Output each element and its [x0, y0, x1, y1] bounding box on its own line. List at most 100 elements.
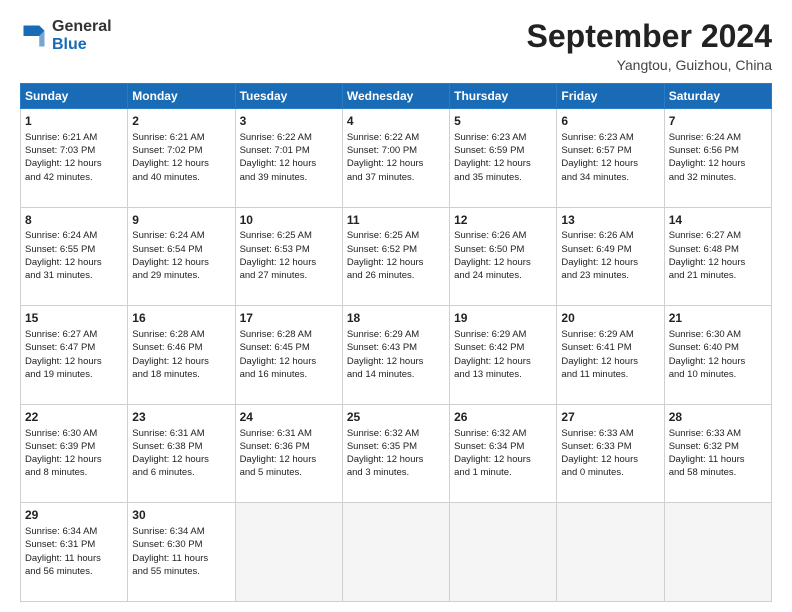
day-info: Daylight: 12 hours	[132, 355, 230, 368]
calendar-cell: 3Sunrise: 6:22 AMSunset: 7:01 PMDaylight…	[235, 109, 342, 208]
day-info: Daylight: 12 hours	[240, 453, 338, 466]
day-info: Daylight: 12 hours	[669, 256, 767, 269]
day-info: Sunset: 6:48 PM	[669, 243, 767, 256]
day-info: Sunset: 6:42 PM	[454, 341, 552, 354]
calendar-cell: 9Sunrise: 6:24 AMSunset: 6:54 PMDaylight…	[128, 207, 235, 306]
day-info: Sunrise: 6:29 AM	[347, 328, 445, 341]
day-info: Sunset: 7:00 PM	[347, 144, 445, 157]
day-info: Daylight: 12 hours	[132, 157, 230, 170]
calendar-cell: 23Sunrise: 6:31 AMSunset: 6:38 PMDayligh…	[128, 404, 235, 503]
day-info: Sunrise: 6:30 AM	[25, 427, 123, 440]
day-info: Sunrise: 6:27 AM	[25, 328, 123, 341]
day-info: Sunset: 6:55 PM	[25, 243, 123, 256]
day-info: Sunset: 6:43 PM	[347, 341, 445, 354]
day-number: 1	[25, 113, 123, 130]
week-row-2: 8Sunrise: 6:24 AMSunset: 6:55 PMDaylight…	[21, 207, 772, 306]
day-info: Sunset: 6:50 PM	[454, 243, 552, 256]
day-info: Daylight: 12 hours	[561, 256, 659, 269]
day-info: Sunrise: 6:31 AM	[132, 427, 230, 440]
day-info: and 39 minutes.	[240, 171, 338, 184]
day-info: and 27 minutes.	[240, 269, 338, 282]
day-info: Sunrise: 6:28 AM	[240, 328, 338, 341]
day-number: 28	[669, 409, 767, 426]
day-number: 18	[347, 310, 445, 327]
day-number: 27	[561, 409, 659, 426]
calendar-cell: 8Sunrise: 6:24 AMSunset: 6:55 PMDaylight…	[21, 207, 128, 306]
day-number: 25	[347, 409, 445, 426]
day-info: Daylight: 12 hours	[454, 453, 552, 466]
day-info: Sunset: 6:49 PM	[561, 243, 659, 256]
day-info: and 55 minutes.	[132, 565, 230, 578]
day-info: and 32 minutes.	[669, 171, 767, 184]
day-number: 24	[240, 409, 338, 426]
calendar-cell: 22Sunrise: 6:30 AMSunset: 6:39 PMDayligh…	[21, 404, 128, 503]
day-info: Sunset: 6:45 PM	[240, 341, 338, 354]
calendar-cell: 30Sunrise: 6:34 AMSunset: 6:30 PMDayligh…	[128, 503, 235, 602]
day-info: Daylight: 12 hours	[347, 157, 445, 170]
calendar-cell: 24Sunrise: 6:31 AMSunset: 6:36 PMDayligh…	[235, 404, 342, 503]
calendar-cell: 10Sunrise: 6:25 AMSunset: 6:53 PMDayligh…	[235, 207, 342, 306]
day-number: 17	[240, 310, 338, 327]
calendar: Sunday Monday Tuesday Wednesday Thursday…	[20, 83, 772, 602]
day-number: 26	[454, 409, 552, 426]
calendar-cell: 12Sunrise: 6:26 AMSunset: 6:50 PMDayligh…	[450, 207, 557, 306]
day-info: and 13 minutes.	[454, 368, 552, 381]
day-number: 5	[454, 113, 552, 130]
day-info: Sunset: 6:40 PM	[669, 341, 767, 354]
day-info: Daylight: 12 hours	[240, 355, 338, 368]
calendar-cell: 14Sunrise: 6:27 AMSunset: 6:48 PMDayligh…	[664, 207, 771, 306]
day-info: and 56 minutes.	[25, 565, 123, 578]
day-info: Sunrise: 6:24 AM	[25, 229, 123, 242]
day-number: 19	[454, 310, 552, 327]
day-info: Sunrise: 6:34 AM	[25, 525, 123, 538]
day-info: and 31 minutes.	[25, 269, 123, 282]
day-info: Daylight: 12 hours	[347, 453, 445, 466]
day-info: Sunrise: 6:22 AM	[240, 131, 338, 144]
calendar-cell: 25Sunrise: 6:32 AMSunset: 6:35 PMDayligh…	[342, 404, 449, 503]
day-info: Sunset: 7:03 PM	[25, 144, 123, 157]
logo-general: General	[52, 18, 112, 35]
calendar-cell: 7Sunrise: 6:24 AMSunset: 6:56 PMDaylight…	[664, 109, 771, 208]
day-info: Sunrise: 6:22 AM	[347, 131, 445, 144]
day-info: and 16 minutes.	[240, 368, 338, 381]
week-row-1: 1Sunrise: 6:21 AMSunset: 7:03 PMDaylight…	[21, 109, 772, 208]
calendar-cell: 15Sunrise: 6:27 AMSunset: 6:47 PMDayligh…	[21, 306, 128, 405]
day-number: 14	[669, 212, 767, 229]
day-info: Daylight: 12 hours	[347, 256, 445, 269]
day-info: Sunrise: 6:31 AM	[240, 427, 338, 440]
day-info: Daylight: 11 hours	[669, 453, 767, 466]
day-number: 2	[132, 113, 230, 130]
day-info: Sunset: 6:41 PM	[561, 341, 659, 354]
col-friday: Friday	[557, 84, 664, 109]
col-sunday: Sunday	[21, 84, 128, 109]
calendar-cell: 6Sunrise: 6:23 AMSunset: 6:57 PMDaylight…	[557, 109, 664, 208]
day-info: Sunrise: 6:23 AM	[454, 131, 552, 144]
day-info: Sunrise: 6:29 AM	[454, 328, 552, 341]
title-block: September 2024 Yangtou, Guizhou, China	[527, 18, 772, 73]
day-info: Sunset: 6:31 PM	[25, 538, 123, 551]
day-info: Sunset: 6:38 PM	[132, 440, 230, 453]
day-info: Sunrise: 6:32 AM	[454, 427, 552, 440]
day-info: Sunrise: 6:33 AM	[669, 427, 767, 440]
calendar-cell: 28Sunrise: 6:33 AMSunset: 6:32 PMDayligh…	[664, 404, 771, 503]
calendar-cell	[557, 503, 664, 602]
day-number: 23	[132, 409, 230, 426]
day-info: Daylight: 12 hours	[669, 157, 767, 170]
day-info: Sunrise: 6:26 AM	[561, 229, 659, 242]
month-title: September 2024	[527, 18, 772, 55]
day-info: and 29 minutes.	[132, 269, 230, 282]
day-number: 15	[25, 310, 123, 327]
day-info: and 18 minutes.	[132, 368, 230, 381]
day-info: Sunrise: 6:34 AM	[132, 525, 230, 538]
day-info: Sunrise: 6:28 AM	[132, 328, 230, 341]
day-info: Daylight: 12 hours	[561, 157, 659, 170]
day-info: Sunrise: 6:25 AM	[240, 229, 338, 242]
day-info: Sunset: 6:53 PM	[240, 243, 338, 256]
calendar-cell: 19Sunrise: 6:29 AMSunset: 6:42 PMDayligh…	[450, 306, 557, 405]
day-info: and 26 minutes.	[347, 269, 445, 282]
calendar-cell: 16Sunrise: 6:28 AMSunset: 6:46 PMDayligh…	[128, 306, 235, 405]
day-info: Sunset: 6:35 PM	[347, 440, 445, 453]
day-info: and 37 minutes.	[347, 171, 445, 184]
day-info: Sunset: 6:39 PM	[25, 440, 123, 453]
day-info: Sunrise: 6:32 AM	[347, 427, 445, 440]
